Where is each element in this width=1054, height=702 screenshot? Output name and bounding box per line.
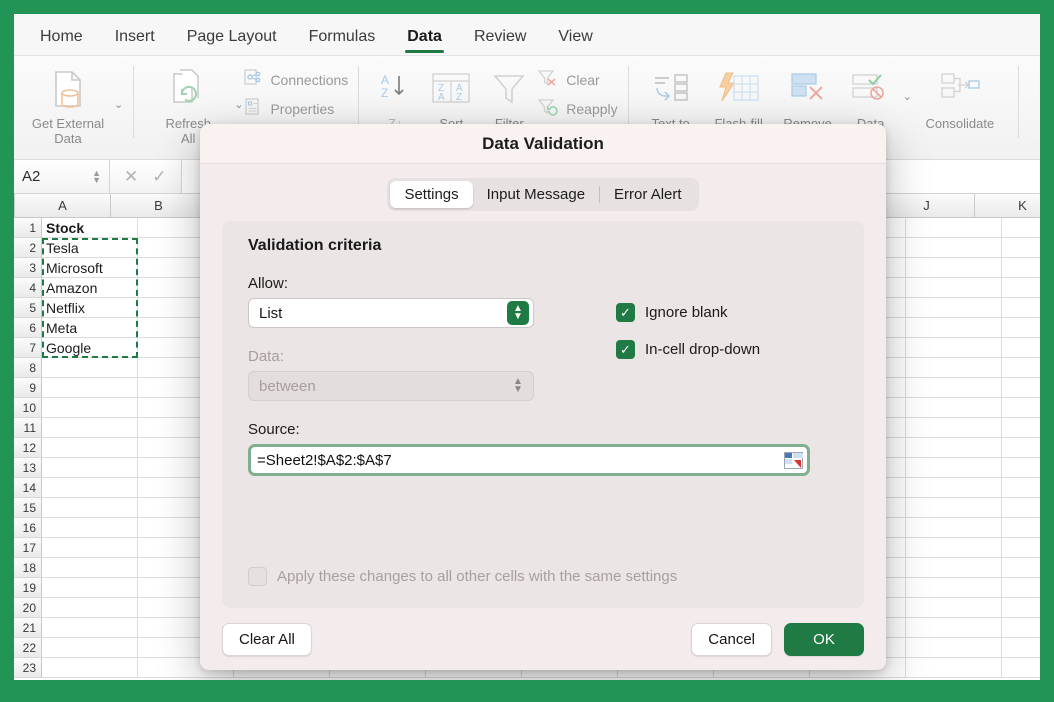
ignore-blank-label: Ignore blank [645,304,728,321]
allow-label: Allow: [248,275,289,292]
ignore-blank-row[interactable]: ✓ Ignore blank [616,303,760,322]
tab-settings[interactable]: Settings [390,181,473,208]
data-select: between ▲ ▼ [248,371,534,401]
data-label: Data: [248,348,284,365]
chevron-updown-icon: ▲ ▼ [513,376,523,395]
ignore-blank-checkbox[interactable]: ✓ [616,303,635,322]
source-input-wrapper[interactable]: =Sheet2!$A$2:$A$7 [248,444,810,476]
cancel-button[interactable]: Cancel [691,622,772,656]
apply-all-checkbox: ✓ [248,567,267,586]
ok-button[interactable]: OK [784,622,864,656]
apply-all-label: Apply these changes to all other cells w… [277,568,678,585]
in-cell-dropdown-checkbox[interactable]: ✓ [616,340,635,359]
allow-select-value: List [259,304,283,322]
in-cell-dropdown-row[interactable]: ✓ In-cell drop-down [616,340,760,359]
settings-panel: Validation criteria Allow: List ▲ ▼ Data:… [222,221,864,608]
clear-all-button[interactable]: Clear All [222,622,312,656]
in-cell-dropdown-label: In-cell drop-down [645,341,761,358]
allow-select[interactable]: List ▲ ▼ [248,298,534,328]
tab-error-alert[interactable]: Error Alert [600,181,696,208]
data-validation-dialog: Data Validation Settings Input Message E… [200,124,886,670]
segmented-control: Settings Input Message Error Alert [387,178,699,211]
modal-overlay: Data Validation Settings Input Message E… [14,14,1040,680]
validation-criteria-heading: Validation criteria [248,237,382,254]
excel-window: Home Insert Page Layout Formulas Data Re… [14,14,1040,680]
range-selector-icon[interactable] [784,451,803,469]
apply-all-row: ✓ Apply these changes to all other cells… [248,567,677,586]
source-input[interactable]: =Sheet2!$A$2:$A$7 [257,452,392,469]
data-select-value: between [259,377,316,395]
dialog-title: Data Validation [200,124,886,164]
chevron-updown-icon[interactable]: ▲ ▼ [507,301,529,325]
tab-input-message[interactable]: Input Message [473,181,599,208]
dialog-footer: Clear All Cancel OK [200,608,886,670]
source-label: Source: [248,421,300,438]
dialog-tab-bar: Settings Input Message Error Alert [200,164,886,211]
